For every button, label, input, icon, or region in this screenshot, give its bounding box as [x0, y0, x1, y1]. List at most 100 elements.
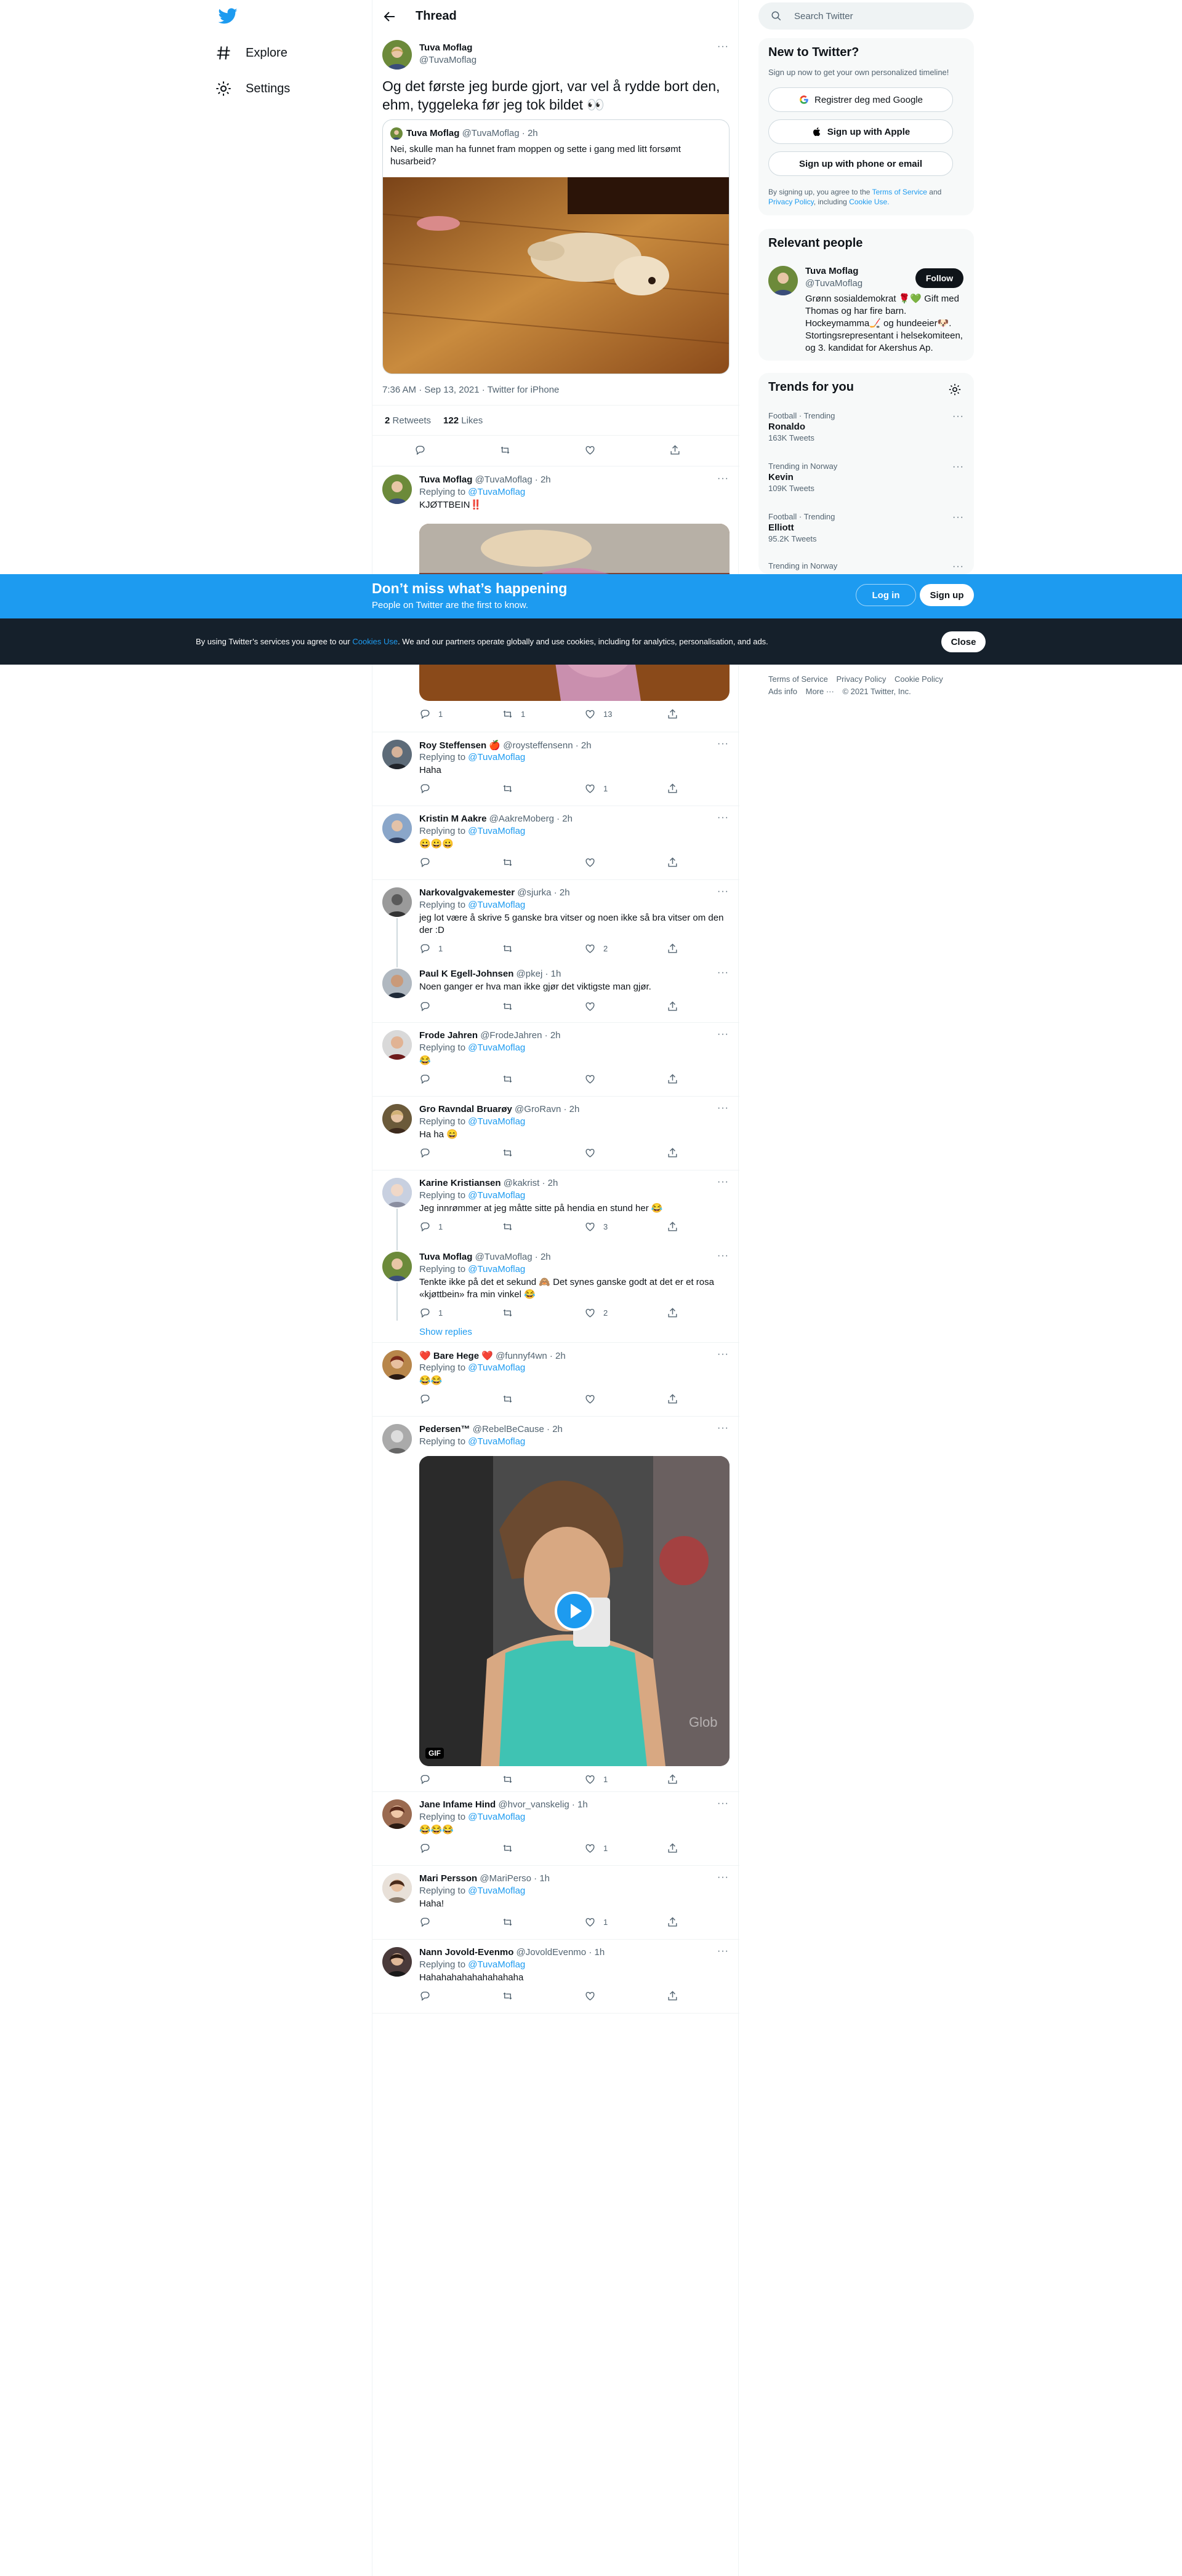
back-arrow-icon[interactable]	[382, 9, 397, 24]
reply-button[interactable]	[419, 1073, 431, 1085]
retweet-button[interactable]	[502, 1916, 513, 1928]
reply-button[interactable]	[419, 783, 431, 794]
avatar[interactable]	[382, 40, 412, 70]
like-button[interactable]	[584, 1393, 596, 1405]
retweet-button[interactable]	[502, 943, 513, 954]
reply-button[interactable]: 1	[419, 943, 443, 954]
mention-link[interactable]: @TuvaMoflag	[468, 900, 525, 910]
terms-link[interactable]: Terms of Service	[872, 188, 927, 196]
cookie-use-link[interactable]: Cookies Use	[352, 637, 398, 646]
avatar[interactable]	[382, 1104, 412, 1134]
retweet-count[interactable]: 2 Retweets	[385, 415, 431, 426]
play-button[interactable]	[555, 1591, 594, 1631]
trend-item[interactable]: Football · Trending Ronaldo 163K Tweets ··…	[768, 411, 964, 442]
avatar[interactable]	[382, 1424, 412, 1454]
share-button[interactable]	[667, 943, 678, 954]
person-handle[interactable]: @TuvaMoflag	[805, 278, 862, 289]
footer-link[interactable]: Cookie Policy	[895, 674, 943, 684]
retweet-button[interactable]	[502, 783, 513, 794]
like-button[interactable]: 13	[584, 708, 612, 720]
retweet-button[interactable]	[502, 857, 513, 868]
reply-button[interactable]: 1	[419, 708, 443, 720]
retweet-button[interactable]: 1	[502, 708, 525, 720]
share-button[interactable]	[667, 1001, 678, 1012]
follow-button[interactable]: Follow	[915, 268, 963, 288]
trend-item[interactable]: Trending in Norway Kevin 109K Tweets ···	[768, 462, 964, 493]
reply-tweet[interactable]: Gro Ravndal Bruarøy @GroRavn · 2h ··· Re…	[372, 1097, 739, 1170]
avatar[interactable]	[382, 474, 412, 504]
reply-tweet[interactable]: Pedersen™ @RebelBeCause · 2h ··· Replyin…	[372, 1417, 739, 1792]
like-count[interactable]: 122 Likes	[443, 415, 483, 426]
more-icon[interactable]: ···	[717, 1423, 729, 1434]
reply-tweet[interactable]: Paul K Egell-Johnsen @pkej · 1h ··· Noen…	[372, 966, 739, 1023]
more-icon[interactable]: ···	[717, 1946, 729, 1957]
more-icon[interactable]: ···	[717, 967, 729, 978]
share-button[interactable]	[667, 1916, 678, 1928]
reply-button[interactable]	[414, 444, 426, 456]
share-button[interactable]	[667, 1073, 678, 1085]
avatar[interactable]	[382, 1350, 412, 1380]
more-icon[interactable]: ···	[717, 1103, 729, 1114]
reply-button[interactable]	[419, 1001, 431, 1012]
trend-item[interactable]: Football · Trending Elliott 95.2K Tweets ·…	[768, 512, 964, 543]
tweet-timestamp[interactable]: 7:36 AM · Sep 13, 2021 · Twitter for iPh…	[382, 385, 559, 395]
like-button[interactable]	[584, 1073, 596, 1085]
share-button[interactable]	[667, 1221, 678, 1233]
avatar[interactable]	[382, 1799, 412, 1829]
avatar[interactable]	[382, 1030, 412, 1060]
show-replies-link[interactable]: Show replies	[419, 1327, 472, 1337]
share-button[interactable]	[667, 1990, 678, 2002]
share-button[interactable]	[667, 1774, 678, 1785]
nav-explore[interactable]: Explore	[215, 41, 287, 65]
like-button[interactable]: 1	[584, 1842, 608, 1854]
more-icon[interactable]: ···	[717, 1177, 729, 1188]
retweet-button[interactable]	[502, 1001, 513, 1012]
twitter-logo-icon[interactable]	[217, 6, 238, 27]
google-signup-button[interactable]: Registrer deg med Google	[768, 87, 953, 112]
reply-tweet[interactable]: Narkovalgvakemester @sjurka · 2h ··· Rep…	[372, 880, 739, 967]
reply-button[interactable]	[419, 1842, 431, 1854]
apple-signup-button[interactable]: Sign up with Apple	[768, 119, 953, 144]
avatar[interactable]	[382, 740, 412, 769]
reply-button[interactable]	[419, 857, 431, 868]
retweet-button[interactable]	[502, 1307, 513, 1319]
author-name[interactable]: Tuva Moflag	[419, 42, 472, 53]
more-icon[interactable]: ···	[717, 1872, 729, 1883]
share-button[interactable]	[667, 783, 678, 794]
more-icon[interactable]: ···	[952, 462, 964, 473]
reply-tweet[interactable]: Kristin M Aakre @AakreMoberg · 2h ··· Re…	[372, 806, 739, 880]
nav-settings[interactable]: Settings	[215, 76, 290, 101]
share-button[interactable]	[669, 444, 681, 456]
more-icon[interactable]: ···	[717, 1349, 729, 1360]
retweet-button[interactable]	[502, 1842, 513, 1854]
share-button[interactable]	[667, 857, 678, 868]
person-name[interactable]: Tuva Moflag	[805, 266, 858, 276]
share-button[interactable]	[667, 1393, 678, 1405]
reply-tweet[interactable]: Frode Jahren @FrodeJahren · 2h ··· Reply…	[372, 1023, 739, 1097]
reply-tweet[interactable]: Mari Persson @MariPerso · 1h ··· Replyin…	[372, 1866, 739, 1940]
more-icon[interactable]: ···	[717, 886, 729, 897]
mention-link[interactable]: @TuvaMoflag	[468, 826, 525, 836]
mention-link[interactable]: @TuvaMoflag	[468, 1264, 525, 1274]
more-icon[interactable]: ···	[717, 1798, 729, 1809]
reply-button[interactable]: 1	[419, 1221, 443, 1233]
avatar[interactable]	[382, 1947, 412, 1977]
more-icon[interactable]: ···	[952, 561, 964, 572]
mention-link[interactable]: @TuvaMoflag	[468, 1436, 525, 1447]
dog-photo[interactable]	[383, 177, 730, 374]
more-icon[interactable]: ···	[952, 411, 964, 422]
more-icon[interactable]: ···	[952, 512, 964, 523]
cookie-link[interactable]: Cookie Use.	[849, 198, 889, 206]
like-button[interactable]: 3	[584, 1221, 608, 1233]
privacy-link[interactable]: Privacy Policy	[768, 198, 814, 206]
mention-link[interactable]: @TuvaMoflag	[468, 1362, 525, 1373]
avatar[interactable]	[382, 814, 412, 843]
reply-tweet[interactable]: ❤️ Bare Hege ❤️ @funnyf4wn · 2h ··· Repl…	[372, 1343, 739, 1417]
share-button[interactable]	[667, 1307, 678, 1319]
close-button[interactable]: Close	[941, 631, 986, 652]
more-icon[interactable]: ···	[717, 738, 729, 750]
like-button[interactable]: 1	[584, 1774, 608, 1785]
more-icon[interactable]: ···	[717, 473, 729, 484]
mention-link[interactable]: @TuvaMoflag	[468, 1116, 525, 1127]
quoted-tweet[interactable]: Tuva Moflag @TuvaMoflag · 2h Nei, skulle…	[382, 119, 730, 374]
